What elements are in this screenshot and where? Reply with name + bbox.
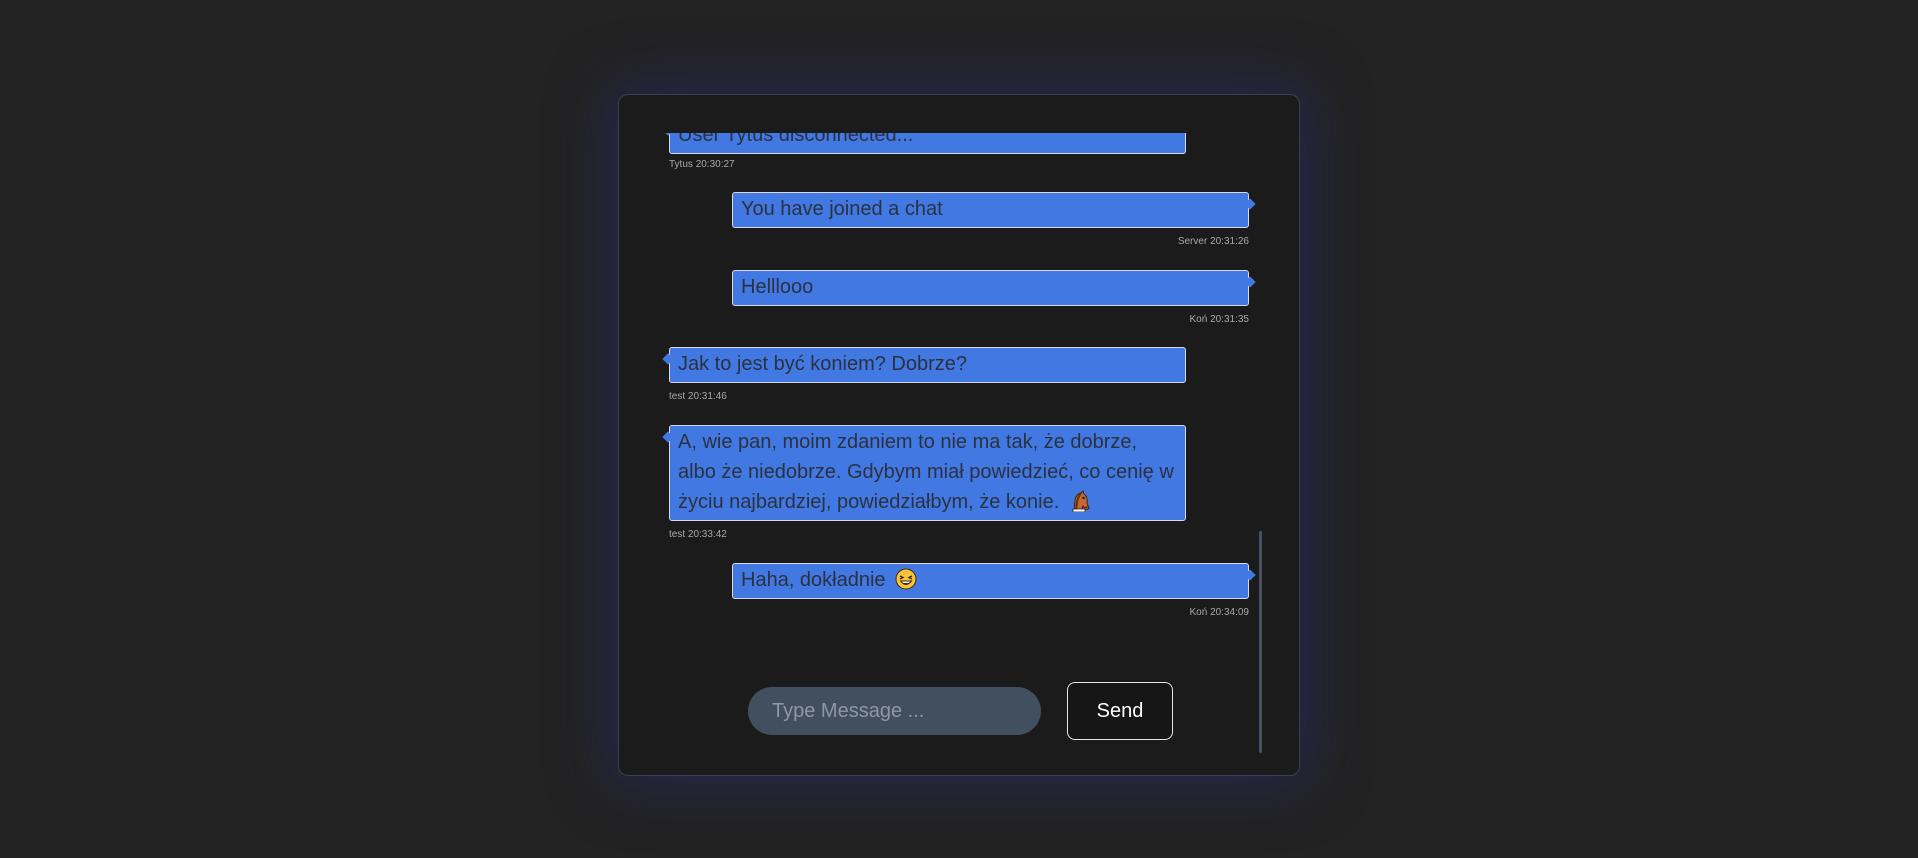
message-bubble: Haha, dokładnie [732,563,1249,599]
horse-face-icon [1069,490,1091,513]
message-meta: Koń 20:31:35 [1189,314,1249,325]
message-author: test [669,391,686,402]
message-text: A, wie pan, moim zdaniem to nie ma tak, … [678,431,1174,513]
message-time: 20:31:46 [687,391,727,402]
message-text: Haha, dokładnie [741,569,886,591]
message-author: Koń [1189,314,1208,325]
message-list[interactable]: User Tytus disconnected... Tytus 20:30:2… [619,133,1299,673]
message-list-scrollbar[interactable] [1259,531,1262,753]
message-author: Koń [1189,607,1208,618]
message-meta: Server 20:31:26 [1178,236,1249,247]
message-bubble: User Tytus disconnected... [669,133,1186,154]
message-text: You have joined a chat [741,198,943,220]
message-meta: Tytus 20:30:27 [669,159,735,170]
message-time: 20:31:26 [1210,236,1249,247]
message-text: Helllooo [741,276,814,298]
message-bubble: Helllooo [732,270,1249,306]
message-time: 20:31:35 [1210,314,1249,325]
message-bubble: A, wie pan, moim zdaniem to nie ma tak, … [669,425,1186,521]
send-button[interactable]: Send [1067,682,1173,740]
message-meta: test 20:33:42 [669,529,727,540]
message-author: test [669,529,686,540]
message-bubble: Jak to jest być koniem? Dobrze? [669,347,1186,383]
message-author: Tytus [669,159,693,170]
laughing-face-icon [895,568,917,590]
message-time: 20:33:42 [687,529,727,540]
message-time: 20:34:09 [1210,607,1249,618]
chat-window: User Tytus disconnected... Tytus 20:30:2… [618,94,1300,776]
message-text: User Tytus disconnected... [678,133,914,146]
message-author: Server [1177,236,1208,247]
message-bubble: You have joined a chat [732,192,1249,228]
message-meta: test 20:31:46 [669,391,727,402]
message-time: 20:30:27 [695,159,735,170]
message-text: Jak to jest być koniem? Dobrze? [678,353,968,375]
message-meta: Koń 20:34:09 [1189,607,1249,618]
message-input[interactable] [748,687,1041,735]
